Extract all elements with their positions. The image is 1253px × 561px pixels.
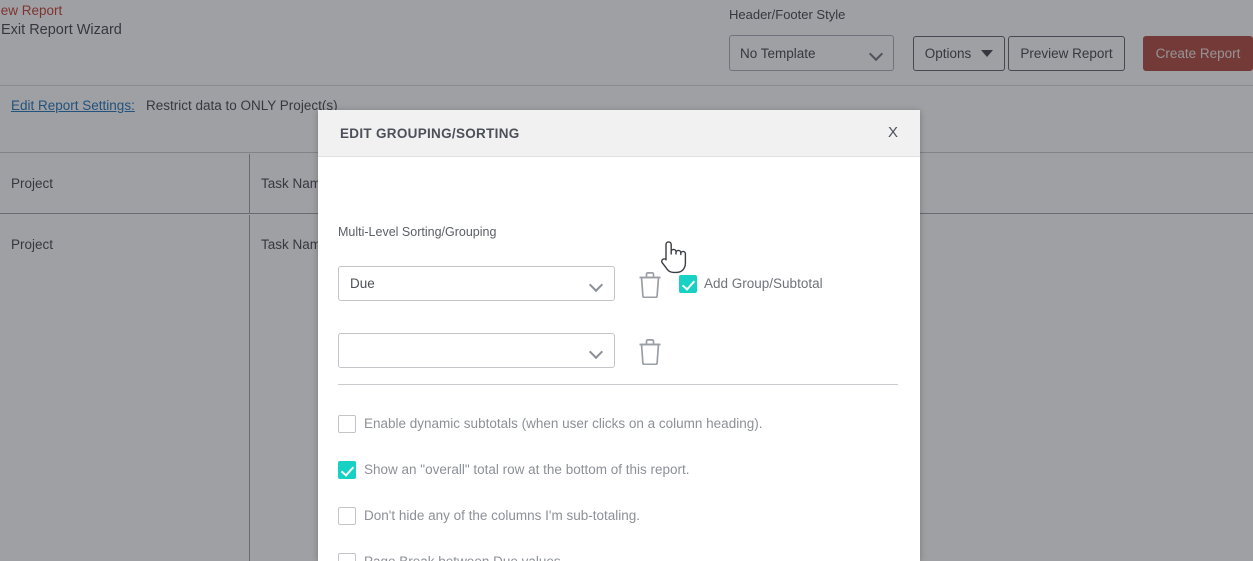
option-label: Show an "overall" total row at the botto… bbox=[364, 462, 690, 477]
add-group-subtotal-control[interactable]: Add Group/Subtotal bbox=[679, 274, 823, 293]
option-checkbox[interactable] bbox=[338, 461, 356, 479]
option-label: Enable dynamic subtotals (when user clic… bbox=[364, 416, 763, 431]
dialog-title: EDIT GROUPING/SORTING bbox=[340, 126, 520, 141]
sort-field-select-2[interactable] bbox=[338, 333, 615, 368]
chevron-down-icon bbox=[590, 347, 603, 355]
option-page-break-between-values[interactable]: Page Break between Due values. bbox=[338, 553, 564, 561]
option-checkbox[interactable] bbox=[338, 415, 356, 433]
multi-level-sorting-label: Multi-Level Sorting/Grouping bbox=[338, 225, 497, 239]
trash-icon[interactable] bbox=[637, 337, 663, 365]
option-checkbox[interactable] bbox=[338, 507, 356, 525]
option-dont-hide-subtotal-columns[interactable]: Don't hide any of the columns I'm sub-to… bbox=[338, 507, 640, 525]
sort-row-2 bbox=[338, 333, 663, 368]
dialog-body: Multi-Level Sorting/Grouping Due Add Gro… bbox=[318, 157, 920, 561]
chevron-down-icon bbox=[590, 280, 603, 288]
dialog-header: EDIT GROUPING/SORTING X bbox=[318, 110, 920, 157]
add-group-subtotal-label: Add Group/Subtotal bbox=[704, 276, 823, 291]
trash-icon[interactable] bbox=[637, 270, 663, 298]
edit-grouping-sorting-dialog: EDIT GROUPING/SORTING X Multi-Level Sort… bbox=[318, 110, 920, 561]
section-divider bbox=[338, 384, 898, 385]
add-group-subtotal-checkbox[interactable] bbox=[679, 274, 697, 293]
option-label: Page Break between Due values. bbox=[364, 554, 564, 561]
sort-field-select-1-value: Due bbox=[350, 276, 375, 291]
option-checkbox[interactable] bbox=[338, 553, 356, 561]
sort-row-1: Due Add Group/Subtotal bbox=[338, 266, 823, 301]
option-show-overall-total-row[interactable]: Show an "overall" total row at the botto… bbox=[338, 461, 690, 479]
sort-field-select-1[interactable]: Due bbox=[338, 266, 615, 301]
close-icon[interactable]: X bbox=[888, 125, 898, 140]
option-enable-dynamic-subtotals[interactable]: Enable dynamic subtotals (when user clic… bbox=[338, 415, 762, 433]
option-label: Don't hide any of the columns I'm sub-to… bbox=[364, 508, 641, 523]
